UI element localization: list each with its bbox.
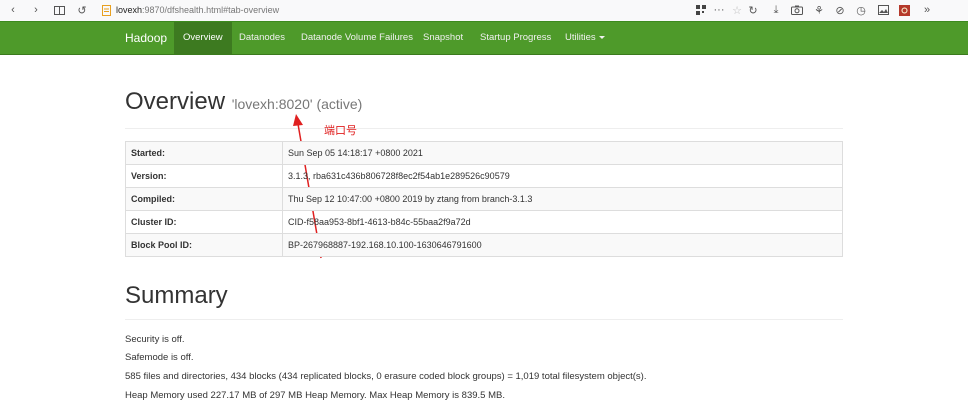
port-annotation: 端口号 bbox=[324, 125, 357, 137]
nav-tab-utilities[interactable]: Utilities bbox=[565, 22, 605, 54]
qr-code-icon[interactable] bbox=[694, 3, 708, 17]
url-field[interactable]: lovexh:9870/dfshealth.html#tab-overview bbox=[116, 5, 279, 15]
table-row: Cluster ID: CID-f58aa953-8bf1-4613-b84c-5… bbox=[125, 210, 843, 234]
screenshot-icon[interactable] bbox=[790, 3, 804, 17]
bookmark-star-icon[interactable]: ☆ bbox=[730, 3, 744, 17]
row-value: BP-267968887-192.168.10.100-163064679160… bbox=[282, 233, 843, 257]
reader-view-icon[interactable] bbox=[52, 3, 66, 17]
download-icon[interactable]: ⤓ bbox=[769, 3, 783, 17]
extension-icon[interactable]: ⚘ bbox=[812, 3, 826, 17]
history-icon[interactable]: ↺ bbox=[75, 3, 89, 17]
nav-tab-overview[interactable]: Overview bbox=[174, 22, 232, 54]
summary-line: 585 files and directories, 434 blocks (4… bbox=[125, 371, 647, 382]
url-host: lovexh bbox=[116, 5, 143, 15]
row-key: Started: bbox=[125, 141, 283, 165]
image-icon[interactable] bbox=[876, 3, 890, 17]
row-value: Sun Sep 05 14:18:17 +0800 2021 bbox=[282, 141, 843, 165]
compass-icon[interactable]: ⊘ bbox=[833, 3, 847, 17]
page-icon bbox=[99, 3, 113, 17]
row-key: Compiled: bbox=[125, 187, 283, 211]
nav-tab-startup-progress[interactable]: Startup Progress bbox=[480, 22, 551, 54]
overflow-menu-icon[interactable]: » bbox=[920, 3, 934, 17]
caret-down-icon bbox=[598, 35, 605, 39]
reload-icon[interactable]: ↻ bbox=[746, 3, 760, 17]
summary-line: Safemode is off. bbox=[125, 352, 194, 363]
forward-icon[interactable]: › bbox=[29, 3, 43, 17]
divider bbox=[125, 128, 843, 129]
summary-line: Heap Memory used 227.17 MB of 297 MB Hea… bbox=[125, 390, 505, 401]
hadoop-navbar: Hadoop Overview Datanodes Datanode Volum… bbox=[0, 21, 968, 55]
row-key: Version: bbox=[125, 164, 283, 188]
back-icon[interactable]: ‹ bbox=[6, 3, 20, 17]
row-value: CID-f58aa953-8bf1-4613-b84c-55baa2f9a72d bbox=[282, 210, 843, 234]
table-row: Version: 3.1.3, rba631c436b806728f8ec2f54… bbox=[125, 164, 843, 188]
divider bbox=[125, 319, 843, 320]
summary-heading: Summary bbox=[125, 282, 228, 309]
clock-icon[interactable]: ◷ bbox=[854, 3, 868, 17]
browser-toolbar: ‹ › ↺ lovexh:9870/dfshealth.html#tab-ove… bbox=[0, 0, 968, 22]
row-key: Cluster ID: bbox=[125, 210, 283, 234]
brand-link[interactable]: Hadoop bbox=[125, 31, 167, 45]
row-value: Thu Sep 12 10:47:00 +0800 2019 by ztang … bbox=[282, 187, 843, 211]
overview-table: Started: Sun Sep 05 14:18:17 +0800 2021 V… bbox=[125, 141, 843, 257]
namenode-address: 'lovexh:8020' (active) bbox=[231, 96, 363, 112]
utilities-label: Utilities bbox=[565, 32, 596, 43]
url-path: :9870/dfshealth.html#tab-overview bbox=[142, 5, 280, 15]
summary-line: Security is off. bbox=[125, 334, 185, 345]
table-row: Compiled: Thu Sep 12 10:47:00 +0800 2019 … bbox=[125, 187, 843, 211]
nav-tab-datanodes[interactable]: Datanodes bbox=[239, 22, 285, 54]
addon-icon[interactable] bbox=[897, 3, 911, 17]
row-key: Block Pool ID: bbox=[125, 233, 283, 257]
table-row: Block Pool ID: BP-267968887-192.168.10.10… bbox=[125, 233, 843, 257]
nav-tab-datanode-volume-failures[interactable]: Datanode Volume Failures bbox=[301, 22, 413, 54]
overview-heading: Overview 'lovexh:8020' (active) bbox=[125, 88, 362, 116]
more-actions-icon[interactable]: ··· bbox=[711, 3, 727, 17]
nav-tab-snapshot[interactable]: Snapshot bbox=[423, 22, 463, 54]
overview-title: Overview bbox=[125, 88, 226, 115]
table-row: Started: Sun Sep 05 14:18:17 +0800 2021 bbox=[125, 141, 843, 165]
row-value: 3.1.3, rba631c436b806728f8ec2f54ab1e2895… bbox=[282, 164, 843, 188]
